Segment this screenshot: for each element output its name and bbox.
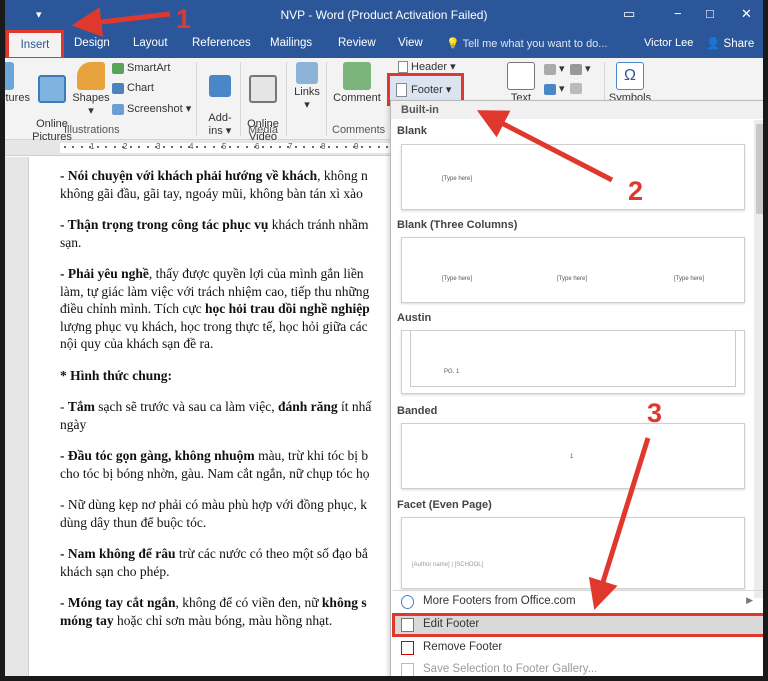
image-frame [0, 676, 768, 681]
step-3-label: 3 [647, 398, 663, 428]
annotation-arrows [71, 7, 651, 610]
arrow-step-3 [588, 437, 651, 610]
arrow-step-1 [71, 7, 171, 37]
image-frame [763, 0, 768, 681]
arrow-step-2 [476, 110, 614, 183]
step-1-label: 1 [176, 4, 192, 34]
step-2-label: 2 [628, 176, 644, 206]
image-frame [0, 0, 5, 681]
